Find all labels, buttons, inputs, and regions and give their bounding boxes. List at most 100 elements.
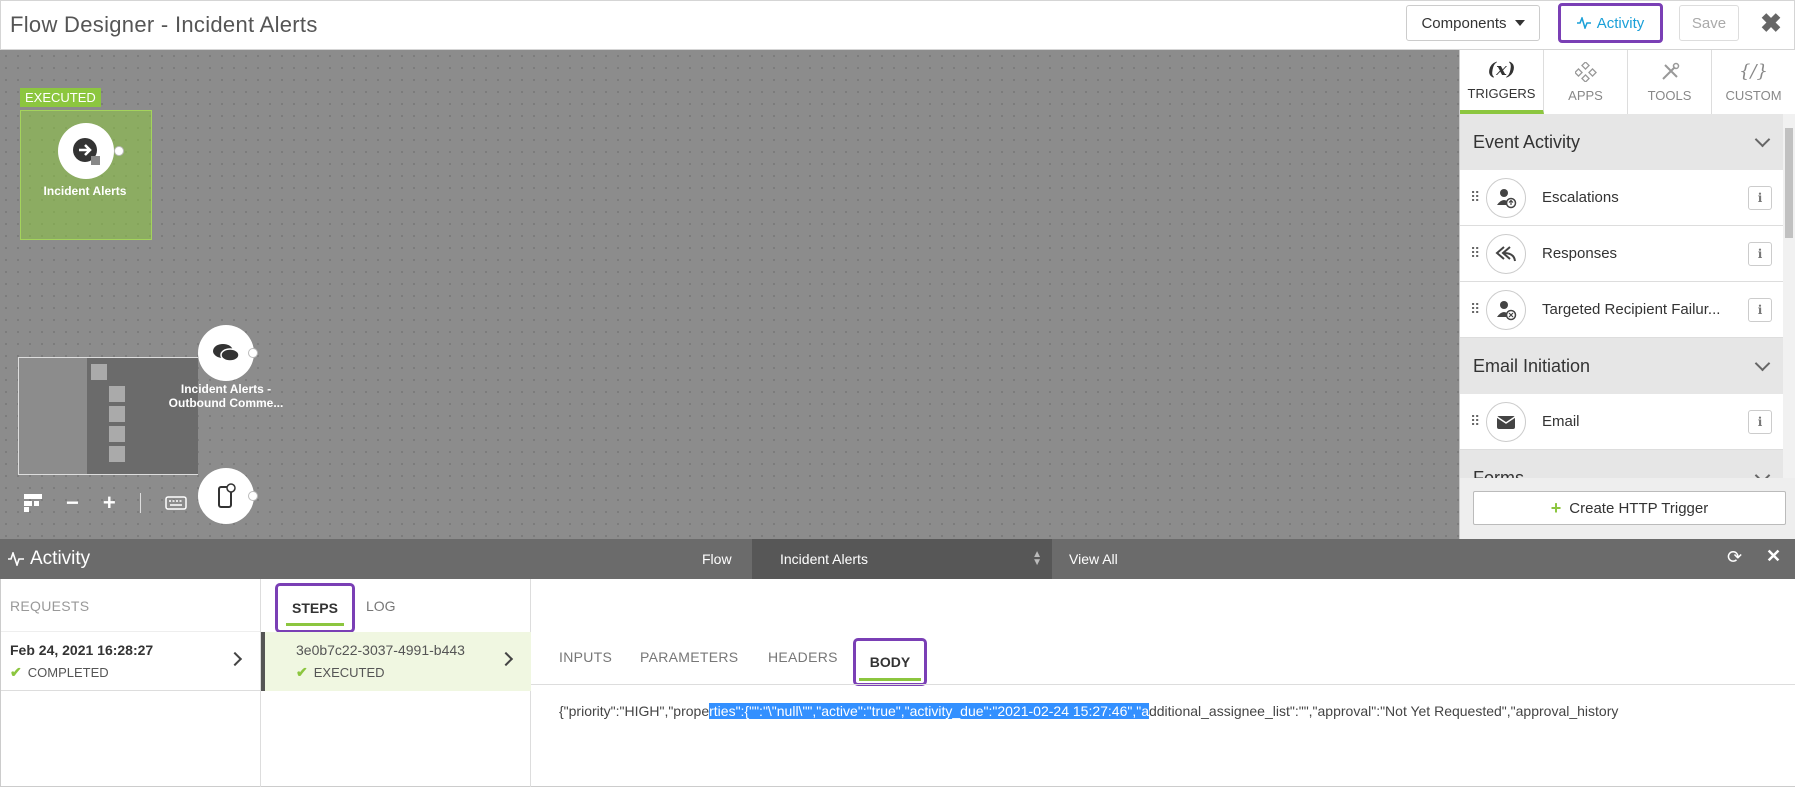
components-label: Components [1421,14,1507,32]
app-header: Flow Designer - Incident Alerts Componen… [0,0,1795,50]
detail-tabs: INPUTS PARAMETERS HEADERS BODY [531,579,1795,686]
section-forms[interactable]: Forms [1460,450,1784,478]
list-item-targeted-recipient-failure[interactable]: ⠿ Targeted Recipient Failur... i [1460,282,1784,338]
step-row[interactable]: 3e0b7c22-3037-4991-b443 ✔ EXECUTED [261,632,531,691]
sort-arrows-icon: ▲ ▼ [1032,549,1042,568]
chevron-down-icon [1754,131,1771,147]
item-label: Email [1542,413,1580,430]
flow-canvas[interactable]: EXECUTED Incident Alerts Incident Alerts… [0,50,1459,539]
drag-handle-icon[interactable]: ⠿ [1470,189,1480,206]
tab-custom[interactable]: {/} CUSTOM [1712,50,1795,114]
executed-tag: EXECUTED [20,88,101,107]
chevron-down-icon [1754,467,1771,478]
tab-triggers[interactable]: (x) TRIGGERS [1460,50,1544,114]
close-icon[interactable]: ✖ [1757,9,1785,37]
section-event-activity[interactable]: Event Activity [1460,114,1784,170]
activity-title: Activity [8,548,90,570]
create-http-label: Create HTTP Trigger [1569,499,1709,517]
layout-icon[interactable] [24,494,42,512]
components-tabs: (x) TRIGGERS APPS TOOLS {/} CUSTOM [1460,50,1795,114]
tab-inputs[interactable]: INPUTS [559,649,612,665]
caret-down-icon [1514,20,1525,26]
keyboard-icon[interactable] [164,496,187,510]
save-button[interactable]: Save [1679,5,1739,41]
drag-handle-icon[interactable]: ⠿ [1470,301,1480,318]
code-icon: {/} [1739,61,1768,82]
steps-column: STEPS LOG 3e0b7c22-3037-4991-b443 ✔ EXEC… [261,579,531,787]
minimap-viewport[interactable] [87,358,198,474]
activity-button[interactable]: Activity [1558,3,1663,43]
body-content[interactable]: {"priority":"HIGH","properties":{"":"\"n… [559,703,1618,719]
trigger-node[interactable] [58,123,114,179]
body-text-after: dditional_assignee_list":"","approval":"… [1148,703,1619,719]
minimap-node [109,386,125,402]
flow-select-value: Incident Alerts [780,551,868,567]
activity-bar: Activity Flow Incident Alerts ▲ ▼ View Al… [0,539,1795,579]
refresh-icon[interactable]: ⟳ [1727,547,1742,568]
flow-select[interactable]: Incident Alerts ▲ ▼ [752,539,1052,579]
apps-icon [1574,61,1597,82]
tab-headers[interactable]: HEADERS [768,649,838,665]
drag-handle-icon[interactable]: ⠿ [1470,413,1480,430]
tab-tools[interactable]: TOOLS [1628,50,1712,114]
plus-icon: + [1550,497,1562,518]
tab-parameters[interactable]: PARAMETERS [640,649,738,665]
node-output-port[interactable] [248,348,258,358]
tab-apps[interactable]: APPS [1544,50,1628,114]
tab-steps[interactable]: STEPS [275,583,355,633]
tools-icon [1661,62,1679,80]
step-detail: INPUTS PARAMETERS HEADERS BODY {"priorit… [531,579,1795,787]
minimap-node [109,446,125,462]
view-all-link[interactable]: View All [1069,551,1118,567]
activity-title-text: Activity [30,548,91,569]
drag-handle-icon[interactable]: ⠿ [1470,245,1480,262]
list-item-responses[interactable]: ⠿ Responses i [1460,226,1784,282]
tab-log[interactable]: LOG [366,598,396,614]
tab-label: CUSTOM [1725,88,1782,103]
request-row[interactable]: Feb 24, 2021 16:28:27 ✔ COMPLETED [1,632,260,691]
close-icon[interactable]: ✕ [1766,546,1781,567]
section-email-initiation[interactable]: Email Initiation [1460,338,1784,394]
node-output-port[interactable] [248,491,258,501]
tab-label: APPS [1568,87,1603,103]
components-dropdown-button[interactable]: Components [1406,5,1540,41]
zoom-out-icon[interactable]: − [66,490,79,516]
mobile-node[interactable] [198,468,254,524]
page-title: Flow Designer - Incident Alerts [10,12,318,37]
info-icon[interactable]: i [1748,297,1772,322]
minimap-node [91,364,107,380]
info-icon[interactable]: i [1748,241,1772,266]
arrow-circle-icon [73,138,100,165]
mobile-phone-icon [218,483,236,508]
steps-tabs: STEPS LOG [261,579,530,633]
step-id: 3e0b7c22-3037-4991-b443 [296,642,465,658]
tab-body[interactable]: BODY [853,638,927,686]
check-icon: ✔ [296,664,308,680]
panel-scrollbar[interactable] [1783,114,1795,478]
zoom-in-icon[interactable]: + [103,490,116,516]
node-output-port[interactable] [114,146,124,156]
list-item-escalations[interactable]: ⠿ Escalations i [1460,170,1784,226]
minimap[interactable] [18,357,198,475]
request-date: Feb 24, 2021 16:28:27 [10,642,154,658]
requests-header: REQUESTS [1,579,260,632]
list-item-email[interactable]: ⠿ Email i [1460,394,1784,450]
create-http-trigger-button[interactable]: + Create HTTP Trigger [1473,491,1786,525]
section-title: Email Initiation [1473,355,1591,376]
body-text-before: {"priority":"HIGH","prope [559,703,710,719]
scrollbar-thumb[interactable] [1785,128,1793,238]
requests-column: REQUESTS Feb 24, 2021 16:28:27 ✔ COMPLET… [1,579,261,787]
activity-pulse-icon [8,552,24,566]
components-panel: (x) TRIGGERS APPS TOOLS {/} CUSTOM Event… [1459,50,1795,539]
flow-label: Flow [702,551,732,567]
info-icon[interactable]: i [1748,185,1772,210]
node-label: Incident Alerts - Outbound Comme... [168,382,284,410]
info-icon[interactable]: i [1748,409,1772,434]
tab-label: TRIGGERS [1467,86,1536,101]
trigger-list[interactable]: Event Activity ⠿ Escalations i ⠿ Respons… [1460,114,1784,478]
toolbar-divider [139,493,141,513]
activity-details: REQUESTS Feb 24, 2021 16:28:27 ✔ COMPLET… [0,579,1795,787]
request-status: ✔ COMPLETED [10,664,260,681]
node-label: Incident Alerts [43,184,127,198]
outbound-comm-node[interactable] [198,325,254,381]
